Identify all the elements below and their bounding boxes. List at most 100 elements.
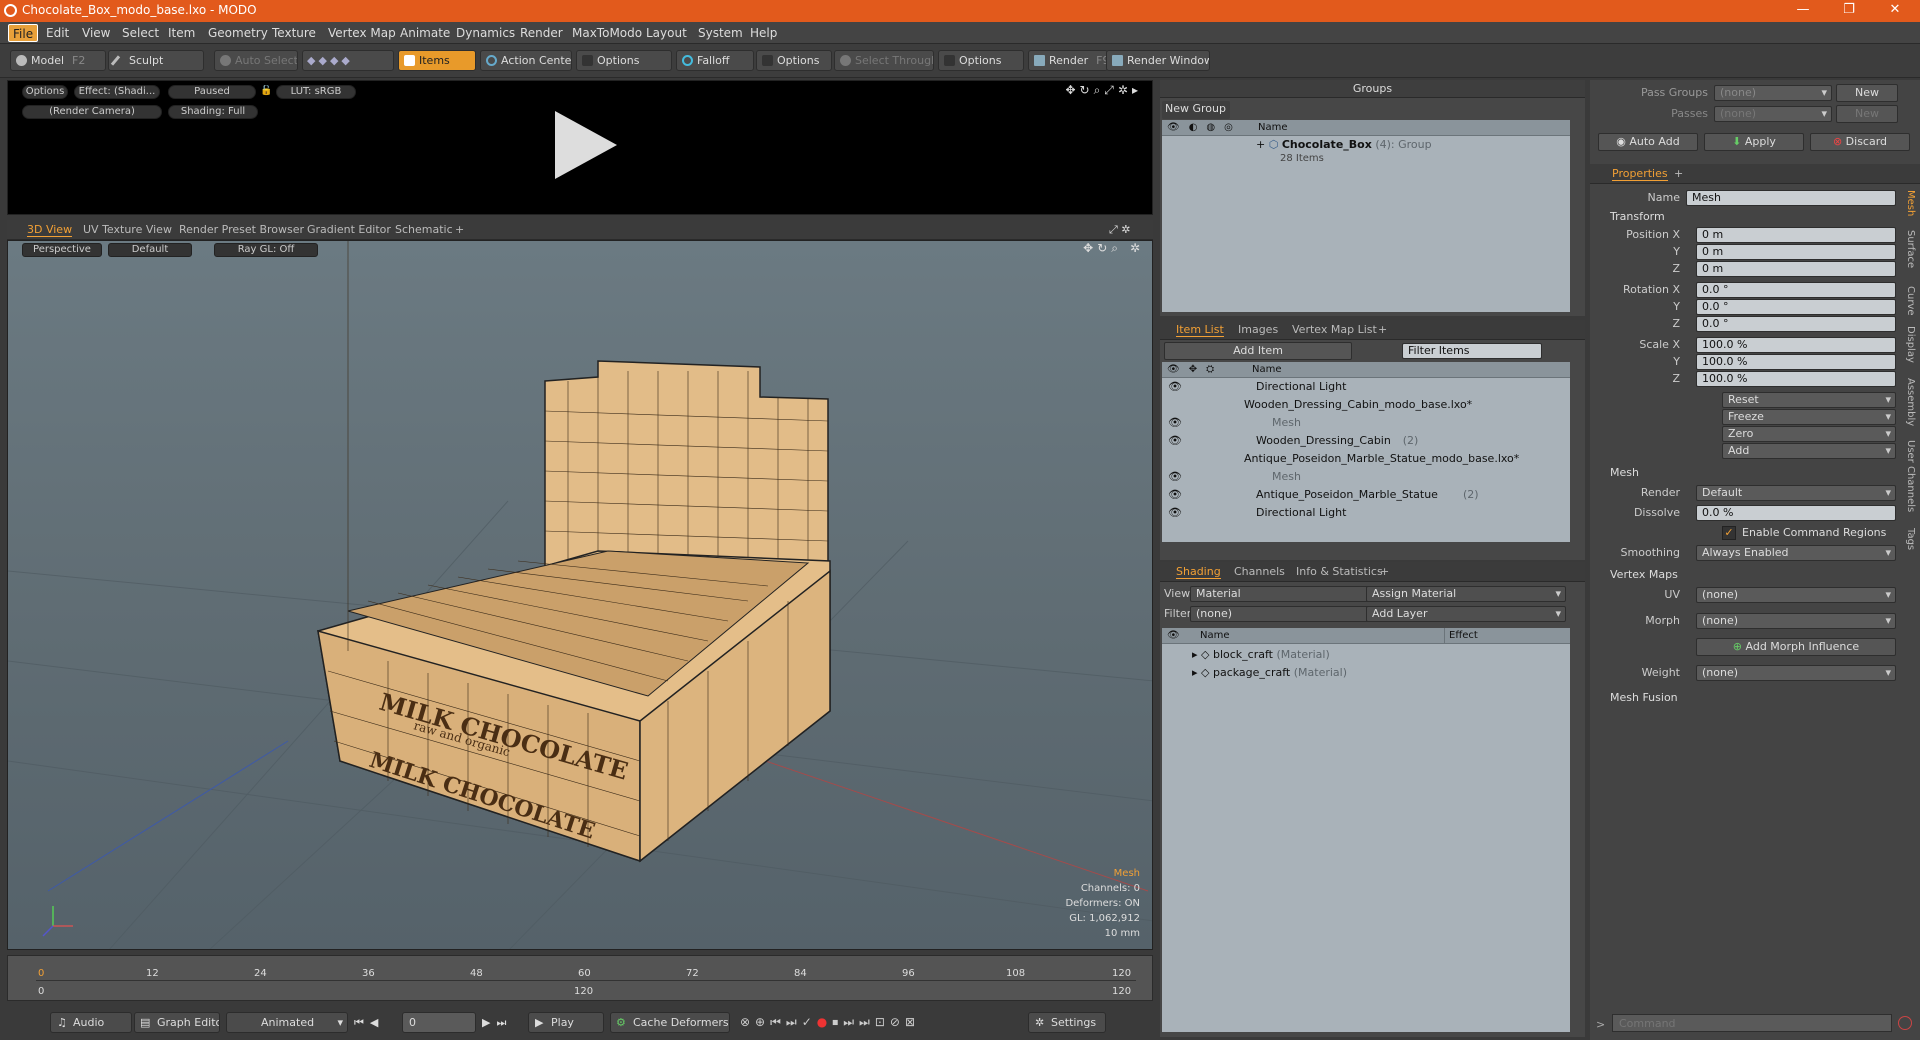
move-icon[interactable]: ✥ bbox=[1065, 83, 1079, 97]
shader-row-package-craft[interactable]: ▸ ◇ package_craft (Material) bbox=[1192, 664, 1347, 682]
visibility-eye-icon[interactable]: 👁 bbox=[1168, 414, 1182, 432]
auto-add-button[interactable]: ◉ Auto Add bbox=[1598, 133, 1698, 151]
select-through-options-button[interactable]: Options bbox=[938, 50, 1024, 71]
apply-button[interactable]: ⬇ Apply bbox=[1704, 133, 1804, 151]
settings-button[interactable]: ✲ Settings bbox=[1028, 1012, 1106, 1033]
zero-dropdown[interactable]: Zero bbox=[1722, 426, 1896, 442]
view-dropdown[interactable]: Material bbox=[1190, 586, 1388, 602]
preview-options-button[interactable]: Options bbox=[22, 85, 68, 99]
shader-row-block-craft[interactable]: ▸ ◇ block_craft (Material) bbox=[1192, 646, 1330, 664]
menu-select[interactable]: Select bbox=[122, 26, 159, 40]
rotation-x-input[interactable]: 0.0 ° bbox=[1696, 282, 1896, 298]
maximize-icon[interactable]: ⤢ bbox=[1104, 83, 1118, 97]
render-button[interactable]: RenderF9 bbox=[1028, 50, 1108, 71]
transport-back-icons[interactable]: ⏮◀ bbox=[354, 1016, 384, 1030]
expand-icon[interactable]: + bbox=[1256, 138, 1269, 151]
menu-vertex-map[interactable]: Vertex Map bbox=[328, 26, 396, 40]
tab-vertex-map-list[interactable]: Vertex Map List bbox=[1292, 323, 1377, 336]
action-center-button[interactable]: Action Center bbox=[480, 50, 572, 71]
cache-deformers-button[interactable]: ⚙ Cache Deformers bbox=[610, 1012, 730, 1033]
item-list-row[interactable]: 👁 Wooden_Dressing_Cabin (2) bbox=[1162, 432, 1570, 450]
position-y-input[interactable]: 0 m bbox=[1696, 244, 1896, 260]
minimize-button[interactable]: — bbox=[1780, 0, 1826, 22]
scale-y-input[interactable]: 100.0 % bbox=[1696, 354, 1896, 370]
pass-groups-dropdown[interactable]: (none) bbox=[1714, 85, 1832, 101]
new-pass-button[interactable]: New bbox=[1836, 105, 1898, 123]
timeline[interactable]: 0 12 24 36 48 60 72 84 96 108 120 0 120 … bbox=[7, 955, 1153, 1001]
tab-item-list[interactable]: Item List bbox=[1176, 323, 1224, 337]
add-tab-button[interactable]: + bbox=[1380, 565, 1389, 578]
command-input[interactable] bbox=[1612, 1014, 1892, 1032]
tab-channels[interactable]: Channels bbox=[1234, 565, 1285, 578]
filter-dropdown[interactable]: (none) bbox=[1190, 606, 1388, 622]
tab-properties[interactable]: Properties bbox=[1612, 167, 1668, 181]
side-tab-curve[interactable]: Curve bbox=[1900, 286, 1916, 316]
menu-file[interactable]: File bbox=[8, 24, 39, 42]
lock-icon[interactable]: 🔓 bbox=[260, 85, 272, 99]
action-center-options-button[interactable]: Options bbox=[576, 50, 672, 71]
side-tab-assembly[interactable]: Assembly bbox=[1900, 378, 1916, 426]
rotation-y-input[interactable]: 0.0 ° bbox=[1696, 299, 1896, 315]
tab-shading[interactable]: Shading bbox=[1176, 565, 1221, 579]
add-tab-button[interactable]: + bbox=[1674, 167, 1683, 180]
play-button[interactable]: ▶ Play bbox=[528, 1012, 604, 1033]
falloff-button[interactable]: Falloff bbox=[676, 50, 754, 71]
visibility-eye-icon[interactable]: 👁 bbox=[1168, 468, 1182, 486]
new-group-button[interactable]: New Group bbox=[1162, 101, 1230, 119]
preview-paused-toggle[interactable]: Paused bbox=[168, 85, 256, 99]
visibility-eye-icon[interactable]: 👁 bbox=[1168, 378, 1182, 396]
tab-uv-texture-view[interactable]: UV Texture View bbox=[83, 223, 172, 236]
3d-viewport[interactable]: Perspective Default Ray GL: Off ✥↻⌕ ✲ MI… bbox=[7, 240, 1153, 950]
reset-dropdown[interactable]: Reset bbox=[1722, 392, 1896, 408]
items-mode-button[interactable]: Items bbox=[398, 50, 476, 71]
item-list-row[interactable]: Wooden_Dressing_Cabin_modo_base.lxo* bbox=[1162, 396, 1570, 414]
item-list-row[interactable]: 👁 Directional Light bbox=[1162, 378, 1570, 396]
add-tab-button[interactable]: + bbox=[1378, 323, 1387, 336]
command-history-icon[interactable] bbox=[1898, 1016, 1912, 1030]
menu-texture[interactable]: Texture bbox=[272, 26, 316, 40]
assign-material-dropdown[interactable]: Assign Material bbox=[1366, 586, 1566, 602]
render-dropdown[interactable]: Default bbox=[1696, 485, 1896, 501]
selection-mode-buttons[interactable]: ◆◆◆◆ bbox=[302, 50, 394, 71]
weight-dropdown[interactable]: (none) bbox=[1696, 665, 1896, 681]
falloff-options-button[interactable]: Options bbox=[756, 50, 832, 71]
close-button[interactable]: ✕ bbox=[1872, 0, 1918, 22]
rotate-icon[interactable]: ↻ bbox=[1080, 83, 1094, 97]
tab-info-statistics[interactable]: Info & Statistics bbox=[1296, 565, 1383, 578]
side-tab-user-channels[interactable]: User Channels bbox=[1900, 440, 1916, 512]
new-pass-group-button[interactable]: New bbox=[1836, 84, 1898, 102]
side-tab-display[interactable]: Display bbox=[1900, 326, 1916, 363]
visibility-eye-icon[interactable]: 👁 bbox=[1168, 504, 1182, 522]
item-list-row[interactable]: 👁 Mesh bbox=[1162, 414, 1570, 432]
menu-animate[interactable]: Animate bbox=[400, 26, 450, 40]
preview-effect-dropdown[interactable]: Effect: (Shadi... bbox=[74, 85, 160, 99]
tab-schematic[interactable]: Schematic bbox=[395, 223, 453, 236]
select-through-button[interactable]: Select Through bbox=[834, 50, 934, 71]
uv-dropdown[interactable]: (none) bbox=[1696, 587, 1896, 603]
side-tab-tags[interactable]: Tags bbox=[1900, 528, 1916, 550]
rotation-z-input[interactable]: 0.0 ° bbox=[1696, 316, 1896, 332]
menu-geometry[interactable]: Geometry bbox=[208, 26, 268, 40]
freeze-dropdown[interactable]: Freeze bbox=[1722, 409, 1896, 425]
animated-dropdown[interactable]: Animated ▾ bbox=[226, 1012, 348, 1033]
menu-edit[interactable]: Edit bbox=[46, 26, 69, 40]
enable-command-regions-checkbox[interactable]: ✓ bbox=[1722, 526, 1736, 540]
add-morph-influence-button[interactable]: ⊕ Add Morph Influence bbox=[1696, 638, 1896, 656]
menu-system[interactable]: System bbox=[698, 26, 743, 40]
keyframe-tool-icons[interactable]: ⊗⊕⏮⏭✓●⏹⏭⏭⊡⊘⊠ bbox=[740, 1015, 920, 1030]
add-tab-button[interactable]: + bbox=[455, 223, 464, 236]
shading-dropdown[interactable]: Shading: Full bbox=[168, 105, 258, 119]
side-tab-mesh[interactable]: Mesh bbox=[1900, 190, 1916, 216]
item-list-row[interactable]: 👁 Antique_Poseidon_Marble_Statue (2) bbox=[1162, 486, 1570, 504]
add-dropdown[interactable]: Add bbox=[1722, 443, 1896, 459]
vertex-maps-section[interactable]: Vertex Maps bbox=[1610, 568, 1678, 581]
model-mode-button[interactable]: Model F2 bbox=[10, 50, 106, 71]
add-item-dropdown[interactable]: Add Item bbox=[1164, 342, 1352, 360]
tab-gradient-editor[interactable]: Gradient Editor bbox=[307, 223, 391, 236]
position-x-input[interactable]: 0 m bbox=[1696, 227, 1896, 243]
render-camera-dropdown[interactable]: (Render Camera) bbox=[22, 105, 162, 119]
vertices-icon[interactable]: ◆ bbox=[307, 54, 318, 67]
filter-items-input[interactable]: Filter Items bbox=[1402, 343, 1542, 359]
tab-render-preset-browser[interactable]: Render Preset Browser bbox=[179, 223, 304, 236]
item-list-row[interactable]: Antique_Poseidon_Marble_Statue_modo_base… bbox=[1162, 450, 1570, 468]
